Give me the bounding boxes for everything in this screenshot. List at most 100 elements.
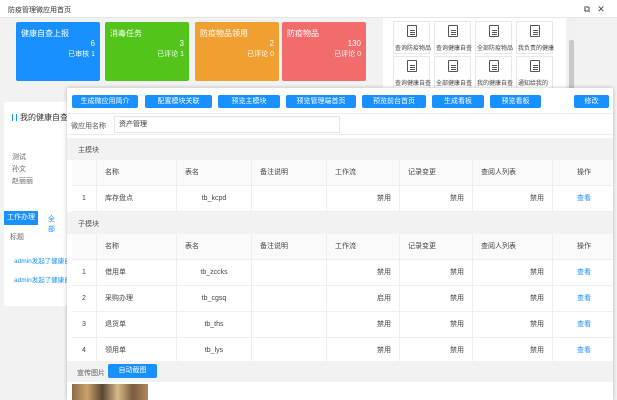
document-icon <box>489 25 499 37</box>
shortcut-item[interactable]: 全部防疫物品 <box>475 21 513 54</box>
row-workflow: 启用 <box>327 286 400 312</box>
row-action: 查看 <box>553 312 613 338</box>
sub-module-section: 子模块 <box>67 212 613 234</box>
shortcut-label: 我负责的健康 <box>518 46 554 52</box>
row-index: 2 <box>72 286 97 312</box>
card-supplies[interactable]: 防疫物品 130 已评论 0 <box>282 22 366 81</box>
document-icon <box>530 60 540 72</box>
work-panel <box>4 186 67 306</box>
row-readers: 禁用 <box>473 186 553 212</box>
col-log: 记录变更 <box>400 234 473 260</box>
table-row: 1 库存盘点 tb_kcpd 禁用 禁用 禁用 查看 <box>72 186 613 212</box>
document-icon <box>407 25 417 37</box>
col-workflow: 工作流 <box>327 160 400 186</box>
shortcut-item[interactable]: 查询防疫物品 <box>393 21 431 54</box>
row-note <box>252 186 327 212</box>
preview-front-home-button[interactable]: 预览前台首页 <box>362 95 426 108</box>
card-title: 消毒任务 <box>110 29 142 38</box>
main-module-section: 主模块 <box>67 138 613 160</box>
scrollbar-thumb[interactable] <box>569 40 574 92</box>
preview-admin-home-button[interactable]: 预览管理端首页 <box>286 95 356 108</box>
col-action: 操作 <box>577 243 591 250</box>
preview-main-button[interactable]: 预览主模块 <box>218 95 280 108</box>
shortcut-item[interactable]: 全部健康自查 <box>434 56 472 89</box>
table-row: 1 借用单 tb_zccks 禁用 禁用 禁用 查看 <box>72 260 613 286</box>
view-link[interactable]: 查看 <box>577 269 591 276</box>
health-line: 赵丽丽 <box>12 178 33 185</box>
col-name: 名称 <box>97 234 177 260</box>
shortcut-label: 我的健康自查 <box>477 81 513 87</box>
col-readers: 查阅人列表 <box>473 234 553 260</box>
row-name: 采购办理 <box>97 286 177 312</box>
shortcut-item[interactable]: 通知给我的 <box>516 56 553 89</box>
shortcut-label: 查询健康自查 <box>395 81 431 87</box>
window-title: 防疫管理微应用首页 <box>8 7 71 14</box>
row-readers: 禁用 <box>473 260 553 286</box>
col-note: 备注说明 <box>252 160 327 186</box>
document-icon <box>489 60 499 72</box>
card-supplies-use[interactable]: 防疫物品领用 2 已评论 0 <box>195 22 279 81</box>
restore-icon[interactable]: ⧉ <box>581 3 593 15</box>
view-link[interactable]: 查看 <box>577 347 591 354</box>
row-workflow: 禁用 <box>327 186 400 212</box>
health-line: 孙文 <box>12 166 26 173</box>
health-panel-title-text: 我的健康自查 <box>20 113 68 122</box>
shortcut-label: 通知给我的 <box>518 81 549 87</box>
row-name: 库存盘点 <box>97 186 177 212</box>
view-link[interactable]: 查看 <box>577 195 591 202</box>
col-name: 名称 <box>97 160 177 186</box>
work-list-header: 标题 <box>10 234 24 241</box>
row-table: tb_cgsq <box>177 286 252 312</box>
row-action: 查看 <box>553 186 613 212</box>
card-count: 2 <box>269 39 274 48</box>
card-health-report[interactable]: 健康自查上报 6 已审核 1 <box>16 22 100 81</box>
config-module-button[interactable]: 配置模块关联 <box>145 95 212 108</box>
col-index <box>72 160 97 186</box>
generate-intro-button[interactable]: 生成微应用简介 <box>72 95 138 108</box>
view-link[interactable]: 查看 <box>577 321 591 328</box>
edit-button[interactable]: 修改 <box>574 95 609 108</box>
col-workflow: 工作流 <box>327 234 400 260</box>
row-table: tb_kcpd <box>177 186 252 212</box>
row-readers: 禁用 <box>473 312 553 338</box>
app-name-value: 资产管理 <box>114 116 340 133</box>
shortcut-item[interactable]: 查询健康自查 <box>434 21 472 54</box>
generate-board-button[interactable]: 生成看板 <box>432 95 484 108</box>
table-header: 名称 表名 备注说明 工作流 记录变更 查阅人列表 操作 <box>72 160 613 186</box>
col-table: 表名 <box>177 160 252 186</box>
app-detail-dialog: 生成微应用简介 配置模块关联 预览主模块 预览管理端首页 预览前台首页 生成看板… <box>67 88 613 400</box>
tab-work[interactable]: 工作办理 <box>4 211 38 225</box>
window-titlebar: 防疫管理微应用首页 ⧉ ✕ <box>0 0 617 18</box>
col-log: 记录变更 <box>400 160 473 186</box>
preview-board-button[interactable]: 预览看板 <box>490 95 541 108</box>
card-meta: 已审核 1 <box>68 51 95 58</box>
promo-image-thumbnail <box>72 384 148 400</box>
view-link[interactable]: 查看 <box>577 295 591 302</box>
shortcut-grid: 查询防疫物品 查询健康自查 全部防疫物品 我负责的健康 查询健康自查 全部健康自… <box>383 18 566 93</box>
document-icon <box>448 25 458 37</box>
shortcut-item[interactable]: 我的健康自查 <box>475 56 513 89</box>
document-icon <box>530 25 540 37</box>
table-row: 2 采购办理 tb_cgsq 启用 禁用 禁用 查看 <box>72 286 613 312</box>
row-action: 查看 <box>553 260 613 286</box>
shortcut-item[interactable]: 我负责的健康 <box>516 21 554 54</box>
row-note <box>252 260 327 286</box>
app-name-label: 微应用名称 <box>71 123 106 130</box>
row-log: 禁用 <box>400 312 473 338</box>
shortcut-label: 查询健康自查 <box>436 46 472 52</box>
auto-screenshot-button[interactable]: 自动截图 <box>108 364 157 378</box>
row-index: 1 <box>72 186 97 212</box>
tab-all[interactable]: 全部 <box>48 214 55 234</box>
row-index: 1 <box>72 260 97 286</box>
row-action: 查看 <box>553 286 613 312</box>
row-note <box>252 312 327 338</box>
shortcut-label: 查询防疫物品 <box>395 46 431 52</box>
col-index <box>72 234 97 260</box>
close-icon[interactable]: ✕ <box>595 3 607 15</box>
row-log: 禁用 <box>400 286 473 312</box>
app-name-row: 微应用名称 资产管理 <box>67 114 613 135</box>
card-disinfection[interactable]: 消毒任务 3 已评论 1 <box>105 22 189 81</box>
shortcut-item[interactable]: 查询健康自查 <box>393 56 431 89</box>
health-line: 测试 <box>12 154 26 161</box>
row-table: tb_ths <box>177 312 252 338</box>
